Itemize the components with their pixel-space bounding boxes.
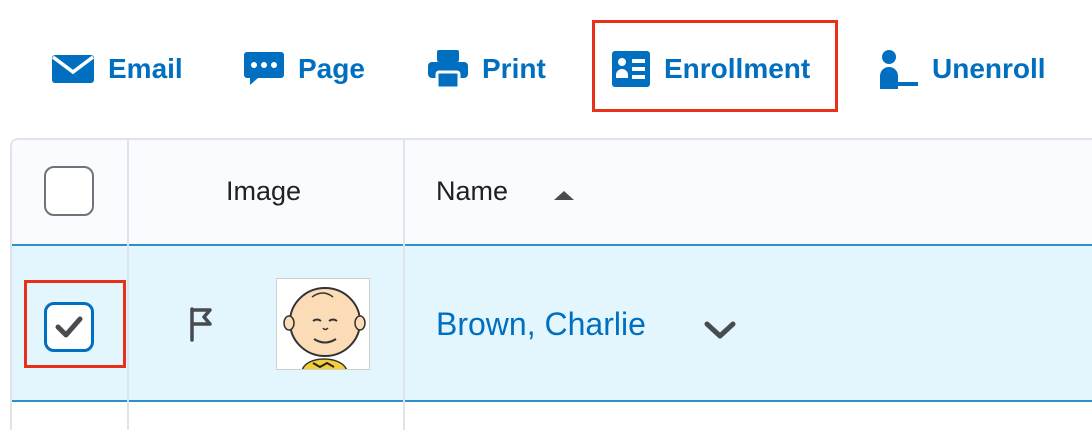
printer-icon (428, 50, 468, 88)
unenroll-user-icon (878, 48, 918, 90)
print-button[interactable]: Print (428, 44, 546, 94)
enrollment-label: Enrollment (664, 53, 811, 84)
chevron-down-icon[interactable] (704, 320, 736, 345)
table-row-empty (12, 402, 1092, 430)
column-divider (403, 140, 405, 430)
checkmark-icon (55, 316, 83, 338)
enrollment-button[interactable]: Enrollment (612, 44, 810, 94)
flag-icon[interactable] (186, 306, 214, 347)
user-name-link[interactable]: Brown, Charlie (436, 306, 646, 343)
table-row: Brown, Charlie (12, 244, 1092, 402)
column-divider (127, 140, 129, 430)
email-icon (52, 55, 94, 83)
id-card-icon (612, 51, 650, 87)
user-profile-image (276, 278, 370, 370)
name-column-header[interactable]: Name (436, 176, 508, 207)
table-header-row: Image Name (12, 140, 1092, 244)
sort-ascending-icon[interactable] (552, 188, 576, 206)
row-select-checkbox[interactable] (44, 302, 94, 352)
email-label: Email (108, 53, 183, 84)
page-button[interactable]: Page (244, 44, 365, 94)
select-all-checkbox[interactable] (44, 166, 94, 216)
email-button[interactable]: Email (52, 44, 183, 94)
print-label: Print (482, 53, 546, 84)
toolbar: Email Page Print Enrollment Unenroll (0, 0, 1092, 130)
unenroll-label: Unenroll (932, 53, 1046, 84)
unenroll-button[interactable]: Unenroll (878, 44, 1046, 94)
page-message-icon (244, 52, 284, 86)
image-column-header: Image (226, 176, 302, 206)
page-label: Page (298, 53, 365, 84)
classlist-table: Image Name Brown, Charlie (10, 138, 1092, 430)
